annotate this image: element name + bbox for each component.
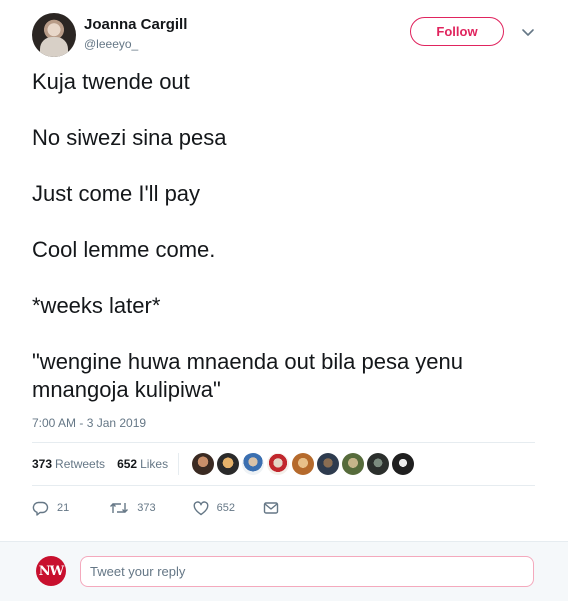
reply-count: 21 <box>57 502 70 514</box>
engagement-stats: 373 Retweets 652 Likes <box>32 453 417 475</box>
like-count: 652 <box>216 502 235 514</box>
reply-icon[interactable] <box>32 500 49 516</box>
liker-avatar[interactable] <box>367 453 390 475</box>
divider <box>32 485 535 486</box>
likers-avatars <box>192 453 417 475</box>
tweet-actions: 21 373 652 <box>32 499 279 517</box>
like-icon[interactable] <box>193 500 209 516</box>
divider <box>178 453 180 475</box>
tweet-line: Cool lemme come. <box>32 237 216 262</box>
liker-avatar[interactable] <box>292 453 315 475</box>
chevron-down-icon[interactable] <box>520 24 536 40</box>
divider <box>32 442 535 443</box>
tweet-line: Kuja twende out <box>32 69 190 94</box>
retweet-icon[interactable] <box>109 500 129 516</box>
liker-avatar[interactable] <box>317 453 340 475</box>
like-action[interactable]: 652 <box>193 500 235 516</box>
author-handle[interactable]: @leeeyo_ <box>84 37 138 51</box>
tweet-text: Kuja twende out No siwezi sina pesa Just… <box>32 68 542 404</box>
liker-avatar[interactable] <box>342 453 365 475</box>
retweet-count: 373 <box>137 502 156 514</box>
current-user-avatar[interactable]: NW <box>36 556 66 586</box>
retweets-count[interactable]: 373 <box>32 457 52 471</box>
retweets-label[interactable]: Retweets <box>55 457 105 471</box>
liker-avatar[interactable] <box>242 453 265 475</box>
message-action[interactable] <box>263 501 279 515</box>
author-avatar[interactable] <box>32 13 76 57</box>
likes-label[interactable]: Likes <box>140 457 168 471</box>
tweet-line: No siwezi sina pesa <box>32 125 227 150</box>
liker-avatar[interactable] <box>267 453 290 475</box>
tweet-line: "wengine huwa mnaenda out bila pesa yenu… <box>32 349 464 402</box>
liker-avatar[interactable] <box>192 453 215 475</box>
tweet-line: Just come I'll pay <box>32 181 201 206</box>
likes-count[interactable]: 652 <box>117 457 137 471</box>
follow-button[interactable]: Follow <box>410 17 504 46</box>
tweet-line: *weeks later* <box>32 293 161 318</box>
message-icon[interactable] <box>263 501 279 515</box>
tweet-timestamp[interactable]: 7:00 AM - 3 Jan 2019 <box>32 416 146 430</box>
liker-avatar[interactable] <box>392 453 415 475</box>
reply-input[interactable] <box>80 556 534 587</box>
liker-avatar[interactable] <box>217 453 240 475</box>
author-name[interactable]: Joanna Cargill <box>84 16 187 33</box>
retweet-action[interactable]: 373 <box>109 500 156 516</box>
reply-action[interactable]: 21 <box>32 500 69 516</box>
